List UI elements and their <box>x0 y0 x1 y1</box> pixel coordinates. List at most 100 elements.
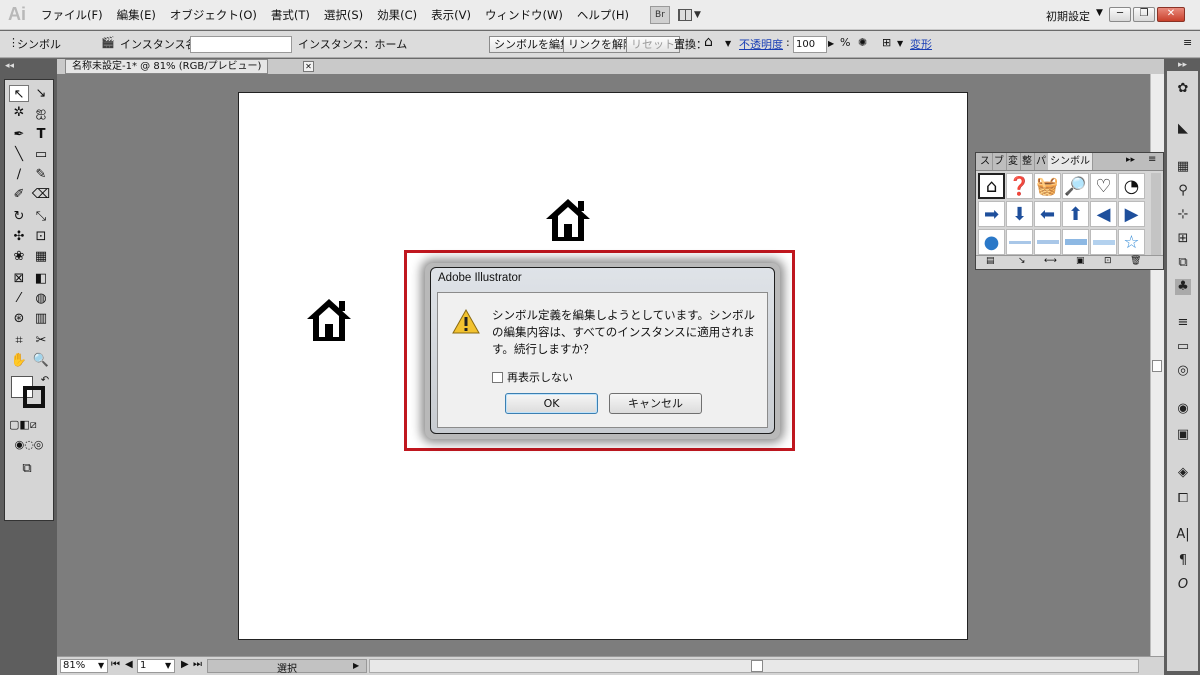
menu-window[interactable]: ウィンドウ(W) <box>478 0 570 30</box>
restore-button[interactable]: ❐ <box>1133 7 1155 22</box>
warp-tool-icon[interactable]: ✣ <box>9 228 29 245</box>
delete-symbol-icon[interactable]: 🗑 <box>1130 256 1141 266</box>
panel-menu-icon[interactable]: ≡ <box>1148 154 1156 165</box>
bridge-button[interactable]: Br <box>649 5 670 24</box>
align-icon[interactable]: ⊞ <box>882 36 891 49</box>
menu-file[interactable]: ファイル(F) <box>34 0 110 30</box>
last-artboard-icon[interactable]: ⏭ <box>193 659 202 670</box>
question-icon[interactable]: ❓ <box>1006 173 1033 199</box>
first-artboard-icon[interactable]: ⏮ <box>111 659 120 670</box>
pen-tool-icon[interactable]: ✒ <box>9 126 29 143</box>
pathfinder-icon[interactable]: ⧉ <box>1175 255 1191 271</box>
star-icon[interactable]: ☆ <box>1118 229 1145 255</box>
status-arrow-icon[interactable]: ▶ <box>353 661 359 670</box>
align-chevron-icon[interactable]: ▼ <box>897 39 903 48</box>
rss-icon[interactable]: ◔ <box>1118 173 1145 199</box>
graphic-styles-icon[interactable]: ▣ <box>1175 427 1191 443</box>
line-tool-icon[interactable]: ╲ <box>9 146 29 163</box>
slice-tool-icon[interactable]: ✂ <box>31 332 51 349</box>
dont-show-again-checkbox[interactable] <box>492 371 503 383</box>
instance-name-input[interactable] <box>190 36 292 53</box>
workspace-switcher[interactable]: 初期設定 <box>1046 8 1090 24</box>
menu-help[interactable]: ヘルプ(H) <box>570 0 636 30</box>
heart-icon[interactable]: ♡ <box>1090 173 1117 199</box>
workspace-chevron-icon[interactable]: ▼ <box>1096 8 1103 18</box>
tab-transform[interactable]: 変 <box>1006 153 1021 170</box>
opacity-link[interactable]: 不透明度 <box>739 36 783 52</box>
stroke-icon[interactable]: ≡ <box>1175 315 1191 331</box>
symbol-library-icon[interactable]: ▤ <box>986 256 995 266</box>
blob-brush-tool-icon[interactable]: ✐ <box>9 186 29 203</box>
color-icon[interactable]: ◣ <box>1175 121 1191 137</box>
bar-medium-icon[interactable] <box>1034 229 1061 255</box>
arrange-documents-button[interactable]: ▼ <box>677 6 708 24</box>
paintbrush-tool-icon[interactable]: ∕ <box>9 166 29 183</box>
eyedropper-tool-icon[interactable]: ⁄ <box>9 290 29 307</box>
gradient-tool-icon[interactable]: ◧ <box>31 270 51 287</box>
appearance-icon[interactable]: ◉ <box>1175 401 1191 417</box>
transparency-icon[interactable]: ◎ <box>1175 363 1191 379</box>
artboard-tool-icon[interactable]: ⌗ <box>9 332 29 349</box>
direct-selection-tool-icon[interactable]: ↘ <box>31 85 51 102</box>
artboard-chevron-icon[interactable]: ▼ <box>165 661 171 670</box>
break-link-icon[interactable]: ⟷ <box>1044 256 1057 266</box>
opacity-arrow-icon[interactable]: ▶ <box>828 39 834 48</box>
house-icon[interactable] <box>544 197 592 243</box>
symbols-icon[interactable]: ♣ <box>1175 279 1191 295</box>
arrow-left-icon[interactable]: ⬅ <box>1034 201 1061 227</box>
symbol-sprayer-tool-icon[interactable]: ❀ <box>9 248 29 265</box>
menu-type[interactable]: 書式(T) <box>264 0 317 30</box>
house-icon[interactable]: ⌂ <box>704 34 713 50</box>
blend-tool-icon[interactable]: ◍ <box>31 290 51 307</box>
panel-menu-icon[interactable]: ≡ <box>1183 36 1192 49</box>
lasso-tool-icon[interactable]: ஐ <box>31 104 51 121</box>
color-guide-icon[interactable]: ✿ <box>1175 81 1191 97</box>
place-instance-icon[interactable]: ↘ <box>1018 256 1026 266</box>
symbol-tool-icon[interactable]: ⊛ <box>9 310 29 327</box>
layers-icon[interactable]: ◈ <box>1175 465 1191 481</box>
triangle-left-icon[interactable]: ◀ <box>1090 201 1117 227</box>
bar-gel-icon[interactable] <box>1090 229 1117 255</box>
panel-scrollbar[interactable] <box>1151 173 1161 255</box>
dont-show-again-label[interactable]: 再表示しない <box>507 369 573 385</box>
close-button[interactable]: ✕ <box>1157 7 1185 22</box>
selection-tool-icon[interactable]: ↖ <box>9 85 29 102</box>
eraser-tool-icon[interactable]: ⌫ <box>31 186 51 203</box>
cancel-button[interactable]: キャンセル <box>609 393 702 414</box>
bar-thick-icon[interactable] <box>1062 229 1089 255</box>
new-symbol-icon[interactable]: ⊡ <box>1104 256 1112 266</box>
character-icon[interactable]: A| <box>1175 527 1191 543</box>
scale-tool-icon[interactable]: ⤡ <box>31 208 51 225</box>
rotate-tool-icon[interactable]: ↻ <box>9 208 29 225</box>
drawing-mode-icon[interactable]: ◉◌◎ <box>9 436 49 453</box>
transform-icon[interactable]: ⊹ <box>1175 207 1191 223</box>
scroll-thumb[interactable] <box>1152 360 1162 372</box>
swatches-icon[interactable]: ▦ <box>1175 159 1191 175</box>
panel-collapse-icon[interactable]: ▸▸ <box>1126 155 1135 165</box>
house-icon[interactable]: ⌂ <box>978 173 1005 199</box>
document-tab[interactable]: 名称未設定-1* @ 81% (RGB/プレビュー) <box>65 59 269 74</box>
expand-icon[interactable]: ▸▸ <box>1178 60 1187 70</box>
tab-stroke[interactable]: ス <box>978 153 993 170</box>
transform-link[interactable]: 変形 <box>910 36 932 52</box>
arrow-down-icon[interactable]: ⬇ <box>1006 201 1033 227</box>
menu-effect[interactable]: 効果(C) <box>370 0 424 30</box>
type-tool-icon[interactable]: T <box>31 126 51 143</box>
status-field[interactable]: 選択 <box>207 659 367 675</box>
recolor-icon[interactable]: ✺ <box>858 36 867 49</box>
opentype-icon[interactable]: O <box>1175 577 1191 593</box>
hand-tool-icon[interactable]: ✋ <box>9 352 29 369</box>
artboards-icon[interactable]: ⧠ <box>1175 491 1191 507</box>
tab-brushes[interactable]: ブ <box>992 153 1007 170</box>
symbol-options-icon[interactable]: ▣ <box>1076 256 1085 266</box>
gradient-icon[interactable]: ▭ <box>1175 339 1191 355</box>
tab-align[interactable]: 整 <box>1020 153 1035 170</box>
basket-icon[interactable]: 🧺 <box>1034 173 1061 199</box>
mesh-tool-icon[interactable]: ⊠ <box>9 270 29 287</box>
column-graph-tool-icon[interactable]: ▥ <box>31 310 51 327</box>
dont-show-again-row[interactable]: 再表示しない <box>492 369 573 385</box>
align-icon[interactable]: ⊞ <box>1175 231 1191 247</box>
arrow-up-icon[interactable]: ⬆ <box>1062 201 1089 227</box>
close-tab-icon[interactable]: ✕ <box>303 61 314 72</box>
free-transform-tool-icon[interactable]: ⊡ <box>31 228 51 245</box>
